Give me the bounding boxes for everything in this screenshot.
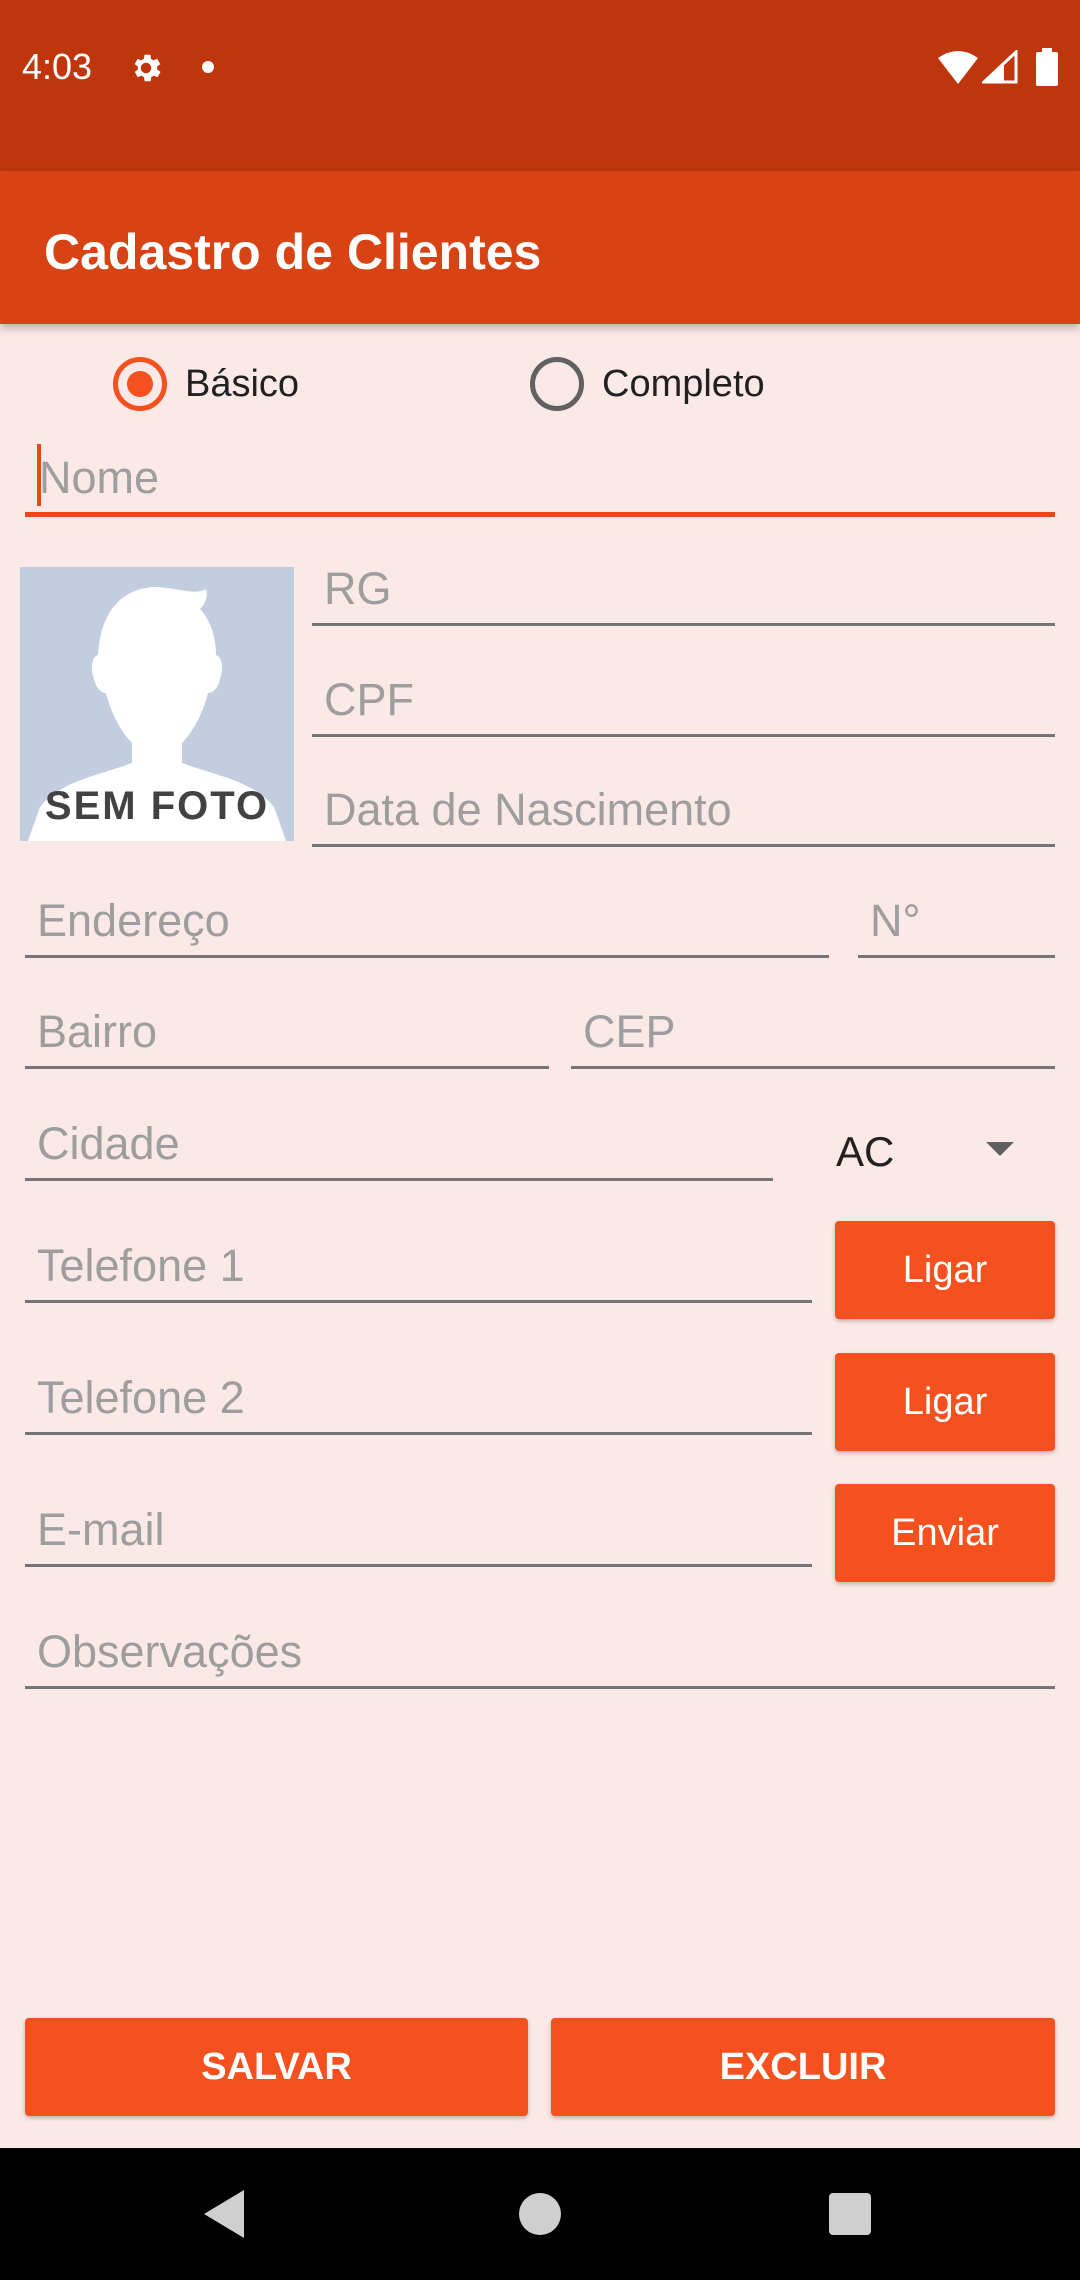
dropdown-arrow-icon [986, 1142, 1014, 1156]
ligar-telefone2-button[interactable]: Ligar [835, 1353, 1055, 1451]
settings-gear-icon [134, 54, 161, 82]
telefone1-input[interactable]: Telefone 1 [25, 1235, 812, 1303]
rg-input[interactable]: RG [312, 560, 1055, 626]
cep-input[interactable]: CEP [571, 1003, 1055, 1069]
cell-signal-icon [982, 50, 1018, 84]
nome-input[interactable]: Nome [25, 444, 1055, 517]
enviar-email-button[interactable]: Enviar [835, 1484, 1055, 1582]
cpf-input[interactable]: CPF [312, 671, 1055, 737]
notification-dot-icon [202, 61, 214, 73]
endereco-input[interactable]: Endereço [25, 892, 829, 958]
ligar-telefone1-button[interactable]: Ligar [835, 1221, 1055, 1319]
battery-icon [1036, 48, 1058, 86]
nome-placeholder: Nome [39, 452, 160, 503]
cidade-placeholder: Cidade [37, 1118, 180, 1169]
radio-basico[interactable]: Básico [113, 352, 299, 416]
radio-basico-label: Básico [185, 362, 300, 405]
data-nascimento-placeholder: Data de Nascimento [324, 784, 732, 835]
status-bar: 4:03 [0, 0, 1080, 171]
app-bar: Cadastro de Clientes [0, 171, 1080, 324]
radio-unchecked-icon [530, 357, 584, 411]
recents-icon[interactable] [829, 2193, 871, 2235]
numero-placeholder: N° [870, 895, 921, 946]
salvar-button[interactable]: SALVAR [25, 2018, 528, 2116]
cidade-input[interactable]: Cidade [25, 1115, 773, 1181]
telefone1-placeholder: Telefone 1 [37, 1240, 245, 1291]
excluir-button[interactable]: EXCLUIR [551, 2018, 1055, 2116]
home-icon[interactable] [519, 2193, 561, 2235]
email-placeholder: E-mail [37, 1504, 165, 1555]
endereco-placeholder: Endereço [37, 895, 230, 946]
radio-checked-icon [113, 357, 167, 411]
email-input[interactable]: E-mail [25, 1499, 812, 1567]
bairro-placeholder: Bairro [37, 1006, 158, 1057]
rg-placeholder: RG [324, 563, 392, 614]
radio-completo-label: Completo [602, 362, 765, 405]
numero-input[interactable]: N° [858, 892, 1055, 958]
photo-label: SEM FOTO [44, 784, 270, 828]
back-icon[interactable] [204, 2190, 244, 2238]
observacoes-input[interactable]: Observações [25, 1620, 1055, 1689]
telefone2-input[interactable]: Telefone 2 [25, 1367, 812, 1435]
status-time: 4:03 [22, 46, 93, 87]
observacoes-placeholder: Observações [37, 1626, 303, 1677]
radio-completo[interactable]: Completo [530, 352, 765, 416]
bairro-input[interactable]: Bairro [25, 1003, 549, 1069]
estado-value: AC [836, 1128, 895, 1175]
wifi-icon [938, 51, 978, 84]
system-nav-bar [0, 2148, 1080, 2280]
data-nascimento-input[interactable]: Data de Nascimento [312, 781, 1055, 847]
estado-select[interactable]: AC [810, 1118, 1056, 1184]
telefone2-placeholder: Telefone 2 [37, 1372, 245, 1423]
client-photo[interactable]: SEM FOTO [20, 567, 294, 841]
cpf-placeholder: CPF [324, 674, 414, 725]
cep-placeholder: CEP [583, 1006, 676, 1057]
page-title: Cadastro de Clientes [44, 224, 542, 280]
